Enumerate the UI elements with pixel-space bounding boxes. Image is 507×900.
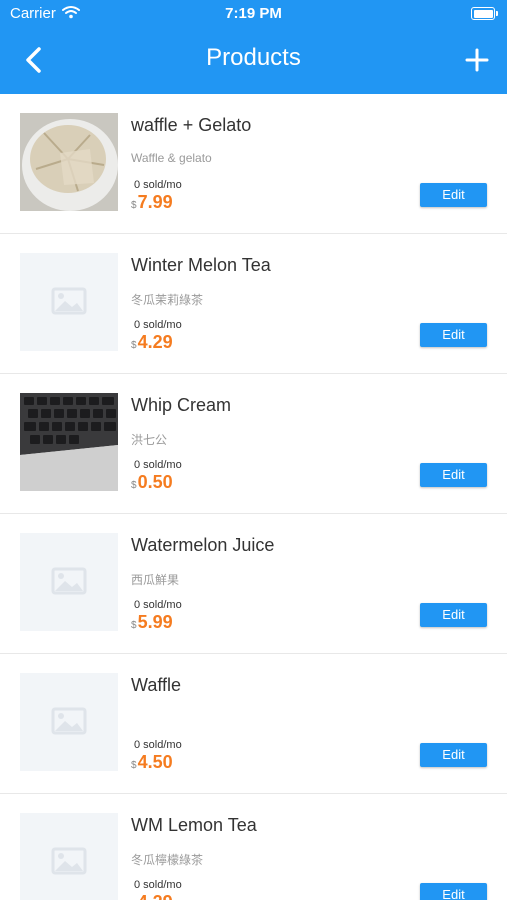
price-row: $4.29 (131, 892, 173, 900)
product-row[interactable]: Waffle 0 sold/mo $4.50 Edit (0, 654, 507, 794)
product-thumbnail (20, 253, 118, 351)
product-thumbnail (20, 673, 118, 771)
battery-icon (471, 7, 498, 20)
product-price: 5.99 (137, 612, 173, 632)
price-row: $7.99 (131, 192, 173, 213)
edit-button[interactable]: Edit (420, 883, 487, 900)
price-row: $5.99 (131, 612, 173, 633)
currency-symbol: $ (131, 760, 137, 771)
product-name: WM Lemon Tea (131, 815, 257, 835)
plus-icon (465, 48, 489, 72)
edit-button[interactable]: Edit (420, 463, 487, 487)
currency-symbol: $ (131, 480, 137, 491)
product-description: Waffle & gelato (131, 151, 212, 165)
product-name: waffle + Gelato (131, 115, 252, 135)
sold-count: 0 sold/mo (134, 739, 182, 751)
product-row[interactable]: Watermelon Juice 西瓜鮮果 0 sold/mo $5.99 Ed… (0, 514, 507, 654)
product-description: 冬瓜茉莉綠茶 (131, 293, 204, 307)
status-time: 7:19 PM (225, 5, 282, 22)
currency-symbol: $ (131, 340, 137, 351)
product-list[interactable]: waffle + Gelato Waffle & gelato 0 sold/m… (0, 94, 507, 900)
product-price: 0.50 (137, 472, 173, 492)
product-price: 4.29 (138, 892, 173, 900)
product-name: Winter Melon Tea (131, 255, 271, 275)
product-price: 4.29 (137, 332, 173, 352)
product-row[interactable]: Winter Melon Tea 冬瓜茉莉綠茶 0 sold/mo $4.29 … (0, 234, 507, 374)
edit-button[interactable]: Edit (420, 323, 487, 347)
sold-count: 0 sold/mo (134, 879, 182, 891)
currency-symbol: $ (131, 200, 137, 211)
sold-count: 0 sold/mo (134, 319, 182, 331)
currency-symbol: $ (131, 620, 137, 631)
product-row[interactable]: WM Lemon Tea 冬瓜檸檬綠茶 0 sold/mo $4.29 Edit (0, 794, 507, 900)
product-thumbnail (20, 393, 118, 491)
app-header: Carrier 7:19 PM Products (0, 0, 507, 94)
product-row[interactable]: waffle + Gelato Waffle & gelato 0 sold/m… (0, 94, 507, 234)
product-name: Whip Cream (131, 395, 232, 415)
page-title: Products (206, 44, 301, 71)
edit-button[interactable]: Edit (420, 603, 487, 627)
product-thumbnail (20, 813, 118, 900)
sold-count: 0 sold/mo (134, 179, 182, 191)
sold-count: 0 sold/mo (134, 459, 182, 471)
product-name: Waffle (131, 675, 182, 695)
product-price: 4.50 (137, 752, 173, 772)
product-name: Watermelon Juice (131, 535, 275, 555)
edit-button[interactable]: Edit (420, 183, 487, 207)
product-row[interactable]: Whip Cream 洪七公 0 sold/mo $0.50 Edit (0, 374, 507, 514)
product-description: 西瓜鮮果 (131, 573, 180, 587)
product-price: 7.99 (137, 192, 173, 212)
nav-bar: Products (0, 28, 507, 94)
price-row: $0.50 (131, 472, 173, 493)
sold-count: 0 sold/mo (134, 599, 182, 611)
product-thumbnail (20, 533, 118, 631)
status-bar: Carrier 7:19 PM (0, 0, 507, 28)
edit-button[interactable]: Edit (420, 743, 487, 767)
add-product-button[interactable] (459, 42, 495, 78)
product-description: 洪七公 (131, 433, 168, 447)
product-description: 冬瓜檸檬綠茶 (131, 853, 204, 867)
product-thumbnail (20, 113, 118, 211)
price-row: $4.50 (131, 752, 173, 773)
price-row: $4.29 (131, 332, 173, 353)
